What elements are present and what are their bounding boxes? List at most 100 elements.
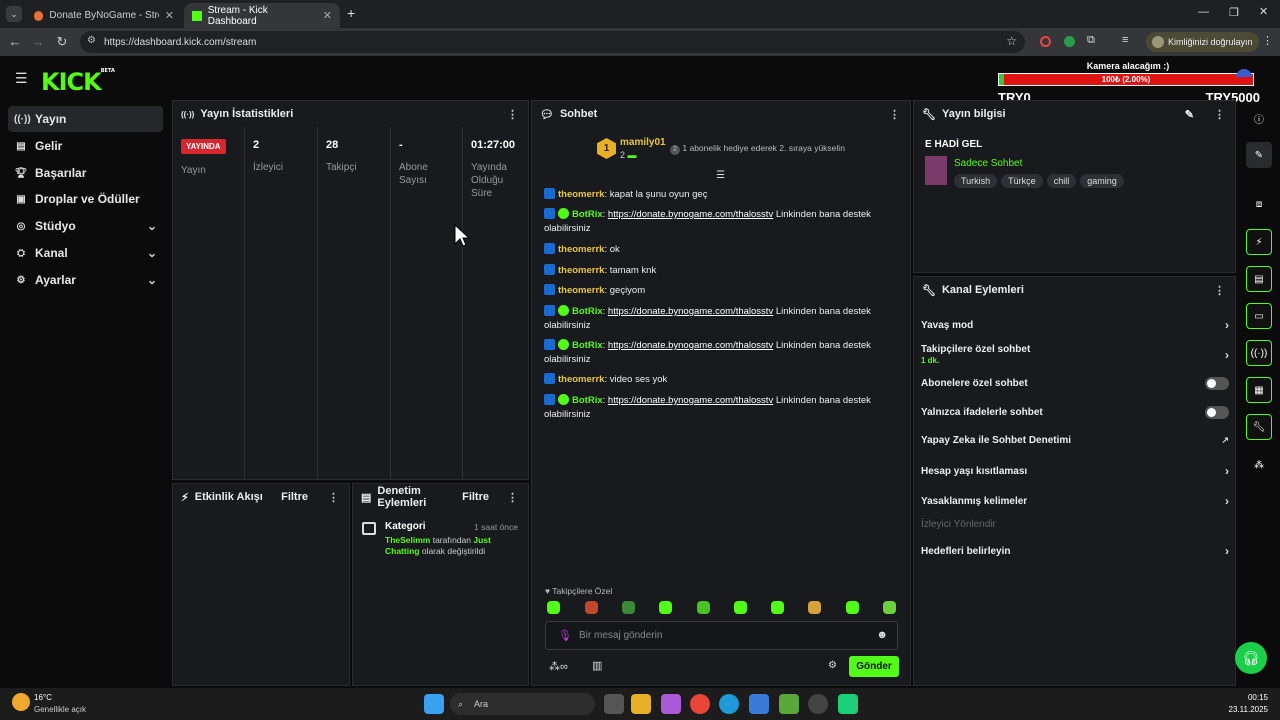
emote-icon[interactable]	[808, 601, 821, 614]
emote-only-toggle[interactable]	[1205, 406, 1229, 419]
sidebar-item-studyo[interactable]: ◎ Stüdyo ⌄	[8, 213, 163, 239]
edit-pencil-icon[interactable]: ✎	[1246, 142, 1272, 168]
task-view-icon[interactable]	[604, 694, 624, 714]
gift-promo[interactable]: 2 1 abonelik hediye ederek 2. sıraya yük…	[670, 143, 845, 155]
emote-icon[interactable]	[734, 601, 747, 614]
extensions-puzzle-icon[interactable]: ⧉	[1087, 34, 1095, 47]
copilot-icon[interactable]	[661, 694, 681, 714]
emote-icon[interactable]	[585, 601, 598, 614]
chat-username[interactable]: BotRix	[572, 395, 603, 406]
pinned-toggle-icon[interactable]: ☰	[716, 170, 725, 181]
chat-bubble-icon[interactable]: ▭	[1246, 303, 1272, 329]
microphone-icon[interactable]: 🎙︎	[558, 629, 572, 642]
address-bar[interactable]: ⚙ https://dashboard.kick.com/stream ☆	[80, 31, 1025, 53]
wrench-icon[interactable]: 🔧︎	[1246, 414, 1272, 440]
chat-username[interactable]: theomerrk	[558, 285, 604, 296]
filter-button[interactable]: Filtre	[281, 491, 308, 503]
store-icon[interactable]: ▥	[592, 659, 602, 672]
support-headset-icon[interactable]: 🎧︎	[1235, 642, 1267, 674]
store-icon[interactable]	[749, 694, 769, 714]
chat-username[interactable]: BotRix	[572, 306, 603, 317]
action-account-age[interactable]: Hesap yaşı kısıtlaması ›	[921, 464, 1229, 478]
extension-shield-icon[interactable]	[1040, 36, 1051, 47]
link-icon[interactable]: ⁂∞	[549, 660, 568, 673]
category-name[interactable]: Sadece Sohbet	[954, 158, 1022, 169]
bookmark-star-icon[interactable]: ☆	[1006, 34, 1017, 48]
chat-username[interactable]: theomerrk	[558, 244, 604, 255]
more-options-icon[interactable]: ⋮	[507, 108, 518, 121]
chat-link[interactable]: https://donate.bynogame.com/thalosstv	[608, 209, 773, 220]
start-icon[interactable]	[424, 694, 444, 714]
more-tools-icon[interactable]: ⁂	[1246, 452, 1272, 478]
back-icon[interactable]: ←	[3, 34, 27, 49]
more-options-icon[interactable]: ⋮	[889, 108, 900, 121]
extension-icon[interactable]	[1064, 36, 1075, 47]
subscribers-only-toggle[interactable]	[1205, 377, 1229, 390]
chat-username[interactable]: BotRix	[572, 209, 603, 220]
action-slow-mode[interactable]: Yavaş mod ›	[921, 318, 1229, 332]
chat-link[interactable]: https://donate.bynogame.com/thalosstv	[608, 395, 773, 406]
profile-verify-button[interactable]: Kimliğinizi doğrulayın	[1146, 32, 1259, 52]
layout-icon[interactable]: ▦	[1246, 377, 1272, 403]
action-followers-only[interactable]: Takipçilere özel sohbet 1 dk. ›	[921, 344, 1229, 366]
minecraft-icon[interactable]	[779, 694, 799, 714]
edge-icon[interactable]	[719, 694, 739, 714]
action-banned-words[interactable]: Yasaklanmış kelimeler ›	[921, 494, 1229, 508]
new-tab-icon[interactable]: +	[347, 5, 355, 21]
emote-icon[interactable]	[697, 601, 710, 614]
lightning-icon[interactable]: ⚡︎	[1246, 229, 1272, 255]
reload-icon[interactable]: ↻	[50, 34, 74, 50]
sidebar-item-kanal[interactable]: ⛭ Kanal ⌄	[8, 240, 163, 266]
edit-pencil-icon[interactable]: ✎	[1185, 108, 1194, 121]
emote-icon[interactable]	[846, 601, 859, 614]
app-icon[interactable]	[838, 694, 858, 714]
emote-icon[interactable]	[547, 601, 560, 614]
emote-icon[interactable]	[622, 601, 635, 614]
action-subscribers-only[interactable]: Abonelere özel sohbet	[921, 377, 1229, 390]
action-ai-moderation[interactable]: Yapay Zeka ile Sohbet Denetimi ↗	[921, 435, 1229, 446]
chat-username[interactable]: theomerrk	[558, 265, 604, 276]
forward-icon[interactable]: →	[26, 34, 50, 49]
send-button[interactable]: Gönder	[849, 656, 899, 677]
top-gifter-name[interactable]: mamily01	[620, 137, 666, 148]
clipboard-icon[interactable]: ▤	[1246, 266, 1272, 292]
browser-menu-icon[interactable]: ⋮	[1262, 34, 1273, 47]
taskbar-search[interactable]: ⌕ Ara	[450, 693, 595, 715]
sidebar-item-basarilar[interactable]: 🏆︎ Başarılar	[8, 160, 163, 186]
chat-username[interactable]: theomerrk	[558, 374, 604, 385]
sidebar-item-ayarlar[interactable]: ⚙ Ayarlar ⌄	[8, 267, 163, 293]
action-set-goals[interactable]: Hedefleri belirleyin ›	[921, 544, 1229, 558]
weather-icon[interactable]	[12, 693, 30, 711]
reading-list-icon[interactable]: ≡	[1122, 34, 1128, 46]
capture-icon[interactable]: ⧈	[1246, 191, 1272, 217]
close-tab-icon[interactable]: ✕	[165, 9, 174, 22]
tab-donate[interactable]: Donate ByNoGame - Streamer ✕	[26, 3, 182, 28]
emote-icon[interactable]	[771, 601, 784, 614]
obs-icon[interactable]	[808, 694, 828, 714]
file-explorer-icon[interactable]	[631, 694, 651, 714]
sidebar-item-gelir[interactable]: ▤ Gelir	[8, 133, 163, 159]
site-info-icon[interactable]: ⚙	[87, 35, 96, 46]
sidebar-item-droplar[interactable]: ▣ Droplar ve Ödüller	[8, 186, 163, 212]
chat-link[interactable]: https://donate.bynogame.com/thalosstv	[608, 340, 773, 351]
sidebar-item-yayin[interactable]: ((·)) Yayın	[8, 106, 163, 132]
hamburger-menu-icon[interactable]: ☰	[15, 70, 28, 87]
more-options-icon[interactable]: ⋮	[507, 491, 518, 504]
chat-link[interactable]: https://donate.bynogame.com/thalosstv	[608, 306, 773, 317]
more-options-icon[interactable]: ⋮	[1214, 108, 1225, 121]
tab-list-chevron-icon[interactable]: ⌄	[6, 6, 22, 22]
chat-username[interactable]: theomerrk	[558, 189, 604, 200]
filter-button[interactable]: Filtre	[462, 491, 489, 503]
more-options-icon[interactable]: ⋮	[1214, 284, 1225, 297]
broadcast-icon[interactable]: ((·))	[1246, 340, 1272, 366]
close-window-icon[interactable]: ✕	[1259, 5, 1268, 18]
kick-logo[interactable]: KICKBETA	[41, 68, 115, 96]
more-options-icon[interactable]: ⋮	[328, 491, 339, 504]
info-icon[interactable]: ⓘ	[1246, 105, 1272, 131]
chrome-icon[interactable]	[690, 694, 710, 714]
restore-icon[interactable]: ❐	[1229, 6, 1239, 19]
chat-input[interactable]: 🎙︎ Bir mesaj gönderin ☻	[545, 621, 898, 650]
close-tab-icon[interactable]: ✕	[323, 9, 332, 22]
emoji-icon[interactable]: ☻	[876, 629, 888, 641]
action-emote-only[interactable]: Yalnızca ifadelerle sohbet	[921, 406, 1229, 419]
